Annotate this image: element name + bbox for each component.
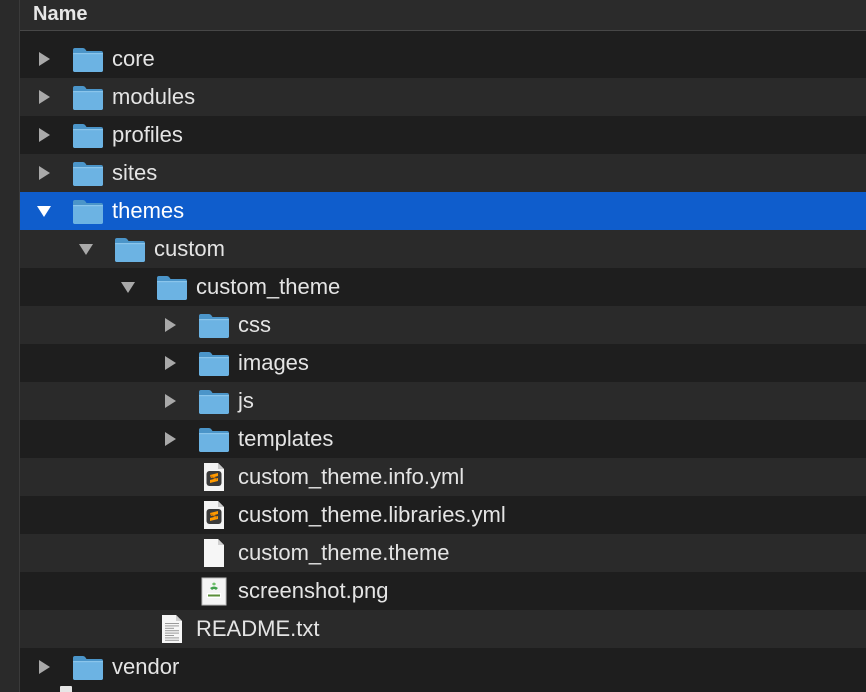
twig-image-icon bbox=[198, 576, 230, 606]
file-row[interactable]: core bbox=[19, 40, 866, 78]
file-name: js bbox=[238, 388, 254, 413]
file-name: sites bbox=[112, 160, 158, 185]
file-row[interactable]: custom bbox=[19, 230, 866, 268]
file-row[interactable]: README.txt bbox=[19, 610, 866, 648]
text-file-icon bbox=[156, 614, 188, 644]
sidebar-edge bbox=[0, 0, 20, 692]
finder-window: Name core modules profiles sites themes custo… bbox=[0, 0, 866, 692]
folder-icon bbox=[72, 82, 104, 112]
file-row[interactable]: custom_theme.theme bbox=[19, 534, 866, 572]
folder-icon bbox=[114, 234, 146, 264]
folder-icon bbox=[198, 424, 230, 454]
file-row[interactable]: modules bbox=[19, 78, 866, 116]
disclosure-collapsed-icon[interactable] bbox=[36, 89, 52, 105]
folder-icon bbox=[156, 272, 188, 302]
file-row[interactable]: custom_theme bbox=[19, 268, 866, 306]
file-row[interactable]: custom_theme.info.yml bbox=[19, 458, 866, 496]
folder-icon bbox=[198, 386, 230, 416]
file-list: core modules profiles sites themes custom cust… bbox=[19, 40, 866, 686]
disclosure-collapsed-icon[interactable] bbox=[162, 393, 178, 409]
file-name: profiles bbox=[112, 122, 183, 147]
file-name: README.txt bbox=[196, 616, 320, 641]
disclosure-expanded-icon[interactable] bbox=[120, 279, 136, 295]
disclosure-collapsed-icon[interactable] bbox=[36, 659, 52, 675]
name-column-header[interactable]: Name bbox=[33, 2, 87, 26]
file-name: custom_theme bbox=[196, 274, 341, 299]
file-row[interactable]: sites bbox=[19, 154, 866, 192]
folder-icon bbox=[72, 158, 104, 188]
file-row[interactable]: templates bbox=[19, 420, 866, 458]
file-row[interactable]: vendor bbox=[19, 648, 866, 686]
file-row[interactable]: themes bbox=[19, 192, 866, 230]
disclosure-expanded-icon[interactable] bbox=[36, 203, 52, 219]
disclosure-collapsed-icon[interactable] bbox=[36, 51, 52, 67]
disclosure-collapsed-icon[interactable] bbox=[162, 317, 178, 333]
file-name: images bbox=[238, 350, 309, 375]
folder-icon bbox=[72, 120, 104, 150]
file-row[interactable]: screenshot.png bbox=[19, 572, 866, 610]
folder-icon bbox=[198, 310, 230, 340]
disclosure-expanded-icon[interactable] bbox=[78, 241, 94, 257]
sublime-file-icon bbox=[198, 462, 230, 492]
file-name: custom_theme.libraries.yml bbox=[238, 502, 506, 527]
file-row[interactable]: profiles bbox=[19, 116, 866, 154]
partial-file-icon bbox=[60, 686, 72, 692]
file-row[interactable]: css bbox=[19, 306, 866, 344]
file-name: screenshot.png bbox=[238, 578, 389, 603]
sublime-file-icon bbox=[198, 500, 230, 530]
folder-icon bbox=[72, 196, 104, 226]
file-name: custom_theme.theme bbox=[238, 540, 450, 565]
file-row[interactable]: images bbox=[19, 344, 866, 382]
file-name: custom_theme.info.yml bbox=[238, 464, 465, 489]
file-name: core bbox=[112, 46, 155, 71]
file-name: custom bbox=[154, 236, 225, 261]
disclosure-collapsed-icon[interactable] bbox=[162, 355, 178, 371]
column-header[interactable]: Name bbox=[19, 0, 866, 31]
file-name: themes bbox=[112, 198, 185, 223]
folder-icon bbox=[72, 652, 104, 682]
disclosure-collapsed-icon[interactable] bbox=[162, 431, 178, 447]
file-row[interactable]: custom_theme.libraries.yml bbox=[19, 496, 866, 534]
file-name: modules bbox=[112, 84, 196, 109]
folder-icon bbox=[198, 348, 230, 378]
file-name: templates bbox=[238, 426, 334, 451]
file-row[interactable]: js bbox=[19, 382, 866, 420]
file-name: css bbox=[238, 312, 271, 337]
disclosure-collapsed-icon[interactable] bbox=[36, 165, 52, 181]
file-name: vendor bbox=[112, 654, 180, 679]
folder-icon bbox=[72, 44, 104, 74]
disclosure-collapsed-icon[interactable] bbox=[36, 127, 52, 143]
document-icon bbox=[198, 538, 230, 568]
